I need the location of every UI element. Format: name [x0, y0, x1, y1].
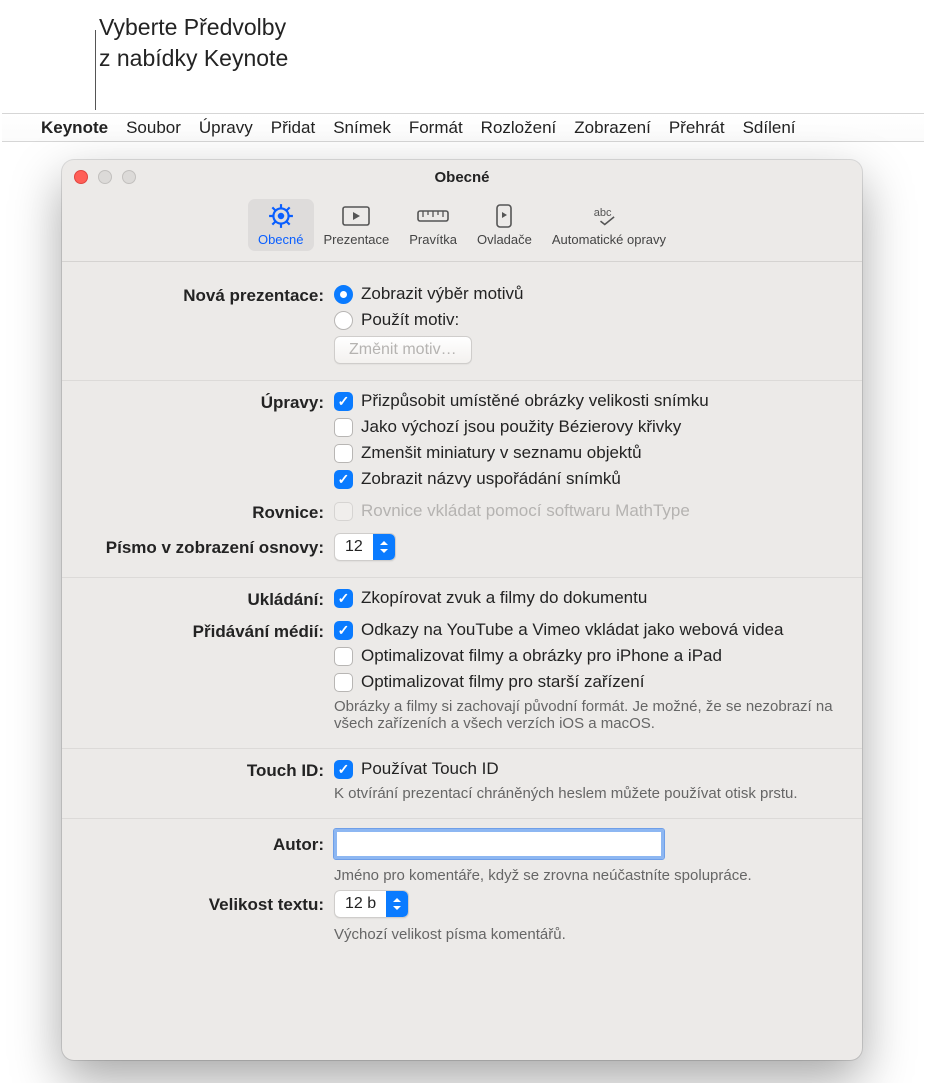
select-value: 12: [335, 538, 373, 556]
radio-show-theme-chooser[interactable]: [334, 285, 353, 304]
check-label: Optimalizovat filmy pro starší zařízení: [361, 672, 644, 692]
section-editing: Úpravy: Přizpůsobit umístěné obrázky vel…: [62, 381, 862, 578]
tab-label: Automatické opravy: [552, 232, 666, 247]
outline-font-size-select[interactable]: 12: [334, 533, 396, 561]
check-scale-images[interactable]: [334, 392, 353, 411]
check-show-layout-names[interactable]: [334, 470, 353, 489]
check-label-disabled: Rovnice vkládat pomocí softwaru MathType: [361, 501, 690, 521]
author-input[interactable]: [334, 829, 664, 859]
check-mathtype: [334, 502, 353, 521]
zoom-button[interactable]: [122, 170, 136, 184]
callout-annotation: Vyberte Předvolby z nabídky Keynote: [99, 12, 288, 74]
check-optimize-iphone-ipad[interactable]: [334, 647, 353, 666]
menu-snimek[interactable]: Snímek: [333, 118, 391, 138]
tab-remotes[interactable]: Ovladače: [467, 199, 542, 251]
tab-general[interactable]: Obecné: [248, 199, 314, 251]
section-author: Autor: Jméno pro komentáře, když se zrov…: [62, 819, 862, 959]
window-title: Obecné: [434, 169, 489, 186]
section-saving-media: Ukládání: Zkopírovat zvuk a filmy do dok…: [62, 578, 862, 749]
editing-label: Úpravy:: [86, 391, 334, 413]
menu-soubor[interactable]: Soubor: [126, 118, 181, 138]
stepper-arrows-icon: [373, 534, 395, 560]
select-value: 12 b: [335, 895, 386, 913]
tab-label: Pravítka: [409, 232, 457, 247]
abc-check-icon: abc: [592, 203, 626, 229]
media-hint: Obrázky a filmy si zachovají původní for…: [334, 698, 838, 732]
window-titlebar: Obecné: [62, 160, 862, 195]
tab-rulers[interactable]: Pravítka: [399, 199, 467, 251]
ruler-icon: [416, 203, 450, 229]
tab-autocorrect[interactable]: abc Automatické opravy: [542, 199, 676, 251]
new-presentation-label: Nová prezentace:: [86, 284, 334, 306]
check-use-touchid[interactable]: [334, 760, 353, 779]
menu-format[interactable]: Formát: [409, 118, 463, 138]
menu-prehrat[interactable]: Přehrát: [669, 118, 725, 138]
author-hint: Jméno pro komentáře, když se zrovna neúč…: [334, 867, 838, 884]
check-label: Odkazy na YouTube a Vimeo vkládat jako w…: [361, 620, 783, 640]
check-label: Zkopírovat zvuk a filmy do dokumentu: [361, 588, 647, 608]
outline-font-label: Písmo v zobrazení osnovy:: [86, 536, 334, 558]
equations-label: Rovnice:: [86, 501, 334, 523]
check-copy-media[interactable]: [334, 589, 353, 608]
change-theme-button[interactable]: Změnit motiv…: [334, 336, 472, 364]
check-label: Zmenšit miniatury v seznamu objektů: [361, 443, 642, 463]
check-shrink-thumbnails[interactable]: [334, 444, 353, 463]
preferences-toolbar: Obecné Prezentace Pravítka Ovladače abc …: [62, 195, 862, 262]
author-label: Autor:: [86, 833, 334, 855]
check-bezier-default[interactable]: [334, 418, 353, 437]
radio-label: Použít motiv:: [361, 310, 459, 330]
section-touchid: Touch ID: Používat Touch ID K otvírání p…: [62, 749, 862, 819]
preferences-content: Nová prezentace: Zobrazit výběr motivů P…: [62, 262, 862, 1060]
preferences-window: Obecné Obecné Prezentace Pravítka Ovlada…: [62, 160, 862, 1060]
radio-use-theme[interactable]: [334, 311, 353, 330]
check-label: Používat Touch ID: [361, 759, 499, 779]
text-size-label: Velikost textu:: [86, 893, 334, 915]
check-web-video-links[interactable]: [334, 621, 353, 640]
check-optimize-older-devices[interactable]: [334, 673, 353, 692]
menu-zobrazeni[interactable]: Zobrazení: [574, 118, 651, 138]
tab-label: Prezentace: [324, 232, 390, 247]
system-menubar: Keynote Soubor Úpravy Přidat Snímek Form…: [2, 113, 924, 142]
adding-media-label: Přidávání médií:: [86, 620, 334, 642]
menu-upravy[interactable]: Úpravy: [199, 118, 253, 138]
section-new-presentation: Nová prezentace: Zobrazit výběr motivů P…: [62, 274, 862, 381]
tab-label: Obecné: [258, 232, 304, 247]
touchid-hint: K otvírání prezentací chráněných heslem …: [334, 785, 838, 802]
close-button[interactable]: [74, 170, 88, 184]
stepper-arrows-icon: [386, 891, 408, 917]
traffic-lights: [74, 170, 136, 184]
check-label: Přizpůsobit umístěné obrázky velikosti s…: [361, 391, 709, 411]
minimize-button[interactable]: [98, 170, 112, 184]
menu-keynote[interactable]: Keynote: [41, 118, 108, 138]
menu-pridat[interactable]: Přidat: [271, 118, 315, 138]
check-label: Optimalizovat filmy a obrázky pro iPhone…: [361, 646, 722, 666]
radio-label: Zobrazit výběr motivů: [361, 284, 524, 304]
menu-rozlozeni[interactable]: Rozložení: [481, 118, 557, 138]
tab-presentation[interactable]: Prezentace: [314, 199, 400, 251]
callout-pointer-line: [95, 30, 96, 110]
tab-label: Ovladače: [477, 232, 532, 247]
svg-text:abc: abc: [594, 207, 612, 219]
text-size-hint: Výchozí velikost písma komentářů.: [334, 926, 838, 943]
menu-sdileni[interactable]: Sdílení: [743, 118, 796, 138]
callout-line-1: Vyberte Předvolby: [99, 14, 286, 40]
remote-icon: [487, 203, 521, 229]
gear-icon: [264, 203, 298, 229]
callout-line-2: z nabídky Keynote: [99, 45, 288, 71]
check-label: Zobrazit názvy uspořádání snímků: [361, 469, 621, 489]
saving-label: Ukládání:: [86, 588, 334, 610]
play-rect-icon: [339, 203, 373, 229]
text-size-select[interactable]: 12 b: [334, 890, 409, 918]
check-label: Jako výchozí jsou použity Bézierovy křiv…: [361, 417, 681, 437]
touchid-label: Touch ID:: [86, 759, 334, 781]
